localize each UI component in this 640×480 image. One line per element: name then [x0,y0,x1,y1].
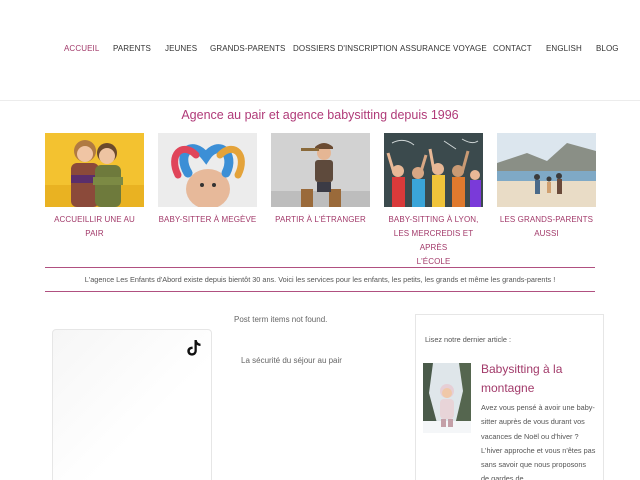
card-caption[interactable]: ACCUEILLIR UNE AU PAIR [45,213,144,241]
page-tagline: Agence au pair et agence babysitting dep… [181,108,459,122]
service-card-grands-parents[interactable]: LES GRANDS-PARENTS AUSSI [497,133,596,241]
service-card-lyon[interactable]: BABY-SITTING À LYON, LES MERCREDIS ET AP… [384,133,483,269]
painted-hands-heart-photo[interactable] [158,133,257,207]
intro-text: L'agence Les Enfants d'Abord existe depu… [84,275,556,284]
two-children-photo[interactable] [45,133,144,207]
main-navigation: ACCUEIL PARENTS JEUNES GRANDS-PARENTS DO… [0,44,640,56]
service-card-megeve[interactable]: BABY-SITTER À MEGÈVE [158,133,257,227]
family-on-beach-photo[interactable] [497,133,596,207]
nav-jeunes[interactable]: JEUNES [165,44,197,53]
caption-line: LES GRANDS-PARENTS [499,215,594,224]
card-caption[interactable]: BABY-SITTING À LYON, LES MERCREDIS ET AP… [384,213,483,269]
no-items-message: Post term items not found. [234,315,328,324]
header-divider [0,100,640,101]
tiktok-icon[interactable] [187,340,201,356]
caption-line: BABY-SITTING À LYON, [388,215,479,224]
service-card-etranger[interactable]: PARTIR À L'ÉTRANGER [271,133,370,227]
nav-accueil[interactable]: ACCUEIL [64,44,99,53]
article-title-link[interactable]: Babysitting à la montagne [481,360,596,398]
caption-line: L'ÉCOLE [416,257,451,266]
child-in-snow-photo[interactable] [423,363,471,433]
tiktok-embed[interactable] [52,329,212,480]
nav-blog[interactable]: BLOG [596,44,619,53]
caption-line: LES MERCREDIS ET APRÈS [393,229,474,252]
securite-sejour-link[interactable]: La sécurité du séjour au pair [241,356,342,365]
intro-divider-bottom [45,291,595,292]
children-cheering-chalkboard-photo[interactable] [384,133,483,207]
widget-label: Lisez notre dernier article : [425,335,511,344]
nav-contact[interactable]: CONTACT [493,44,532,53]
service-card-au-pair[interactable]: ACCUEILLIR UNE AU PAIR [45,133,144,241]
card-caption[interactable]: LES GRANDS-PARENTS AUSSI [497,213,596,241]
card-caption[interactable]: PARTIR À L'ÉTRANGER [271,213,370,227]
card-caption[interactable]: BABY-SITTER À MEGÈVE [158,213,257,227]
article-excerpt: Avez vous pensé à avoir une baby-sitter … [481,403,596,480]
nav-grands-parents[interactable]: GRANDS-PARENTS [210,44,285,53]
nav-english[interactable]: ENGLISH [546,44,582,53]
nav-parents[interactable]: PARENTS [113,44,151,53]
traveler-with-spyglass-photo[interactable] [271,133,370,207]
intro-divider-top [45,267,595,268]
nav-dossiers-inscription[interactable]: DOSSIERS D'INSCRIPTION [293,44,398,53]
nav-assurance-voyage[interactable]: ASSURANCE VOYAGE [400,44,487,53]
latest-article-widget: Lisez notre dernier article : Babysittin… [415,314,604,480]
caption-line: AUSSI [534,229,559,238]
